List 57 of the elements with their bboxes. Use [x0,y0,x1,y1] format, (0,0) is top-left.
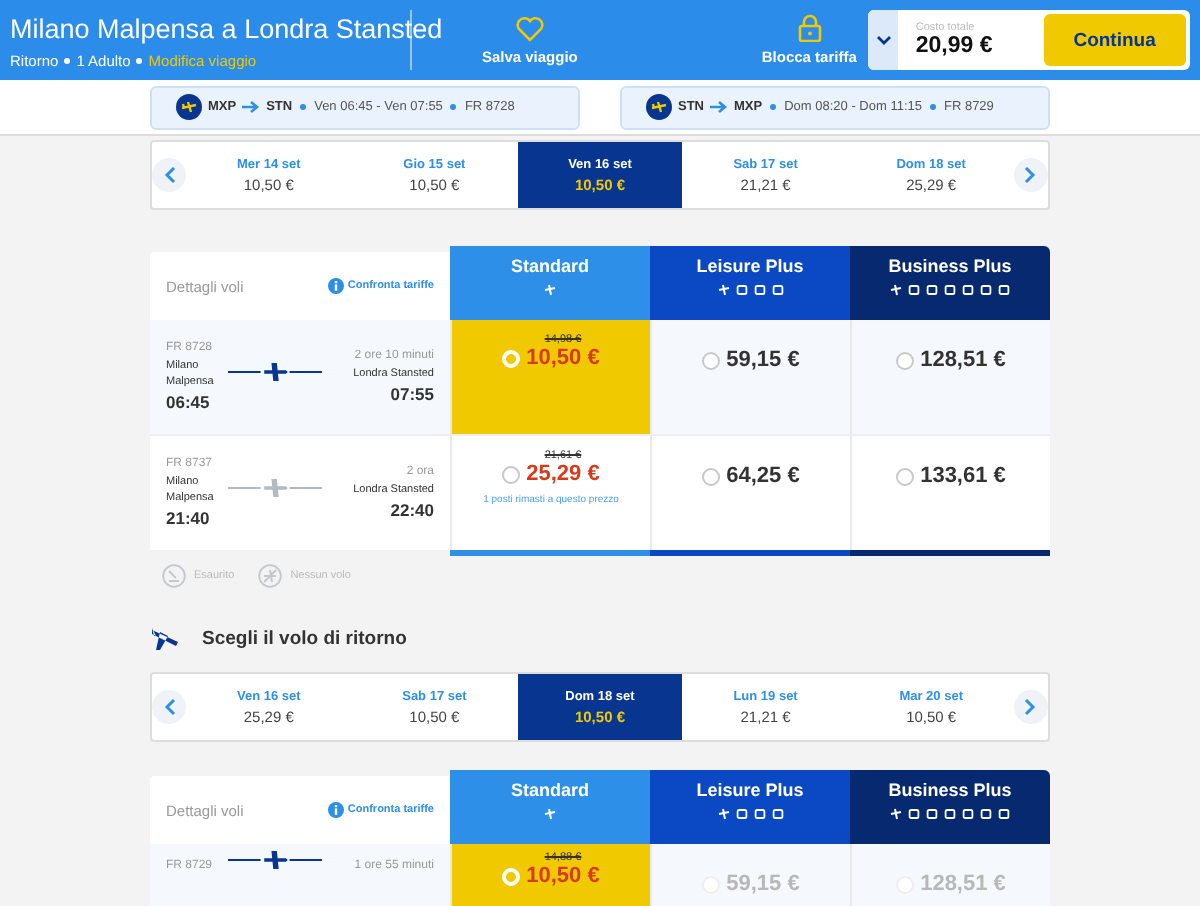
flight-route-icon [227,359,322,383]
previous-button[interactable] [152,690,186,724]
chevron-down-icon [875,34,892,46]
heart-icon [515,15,544,41]
previous-button[interactable] [152,158,186,192]
next-button[interactable] [1013,158,1048,192]
radio-button[interactable] [896,467,915,485]
continue-button[interactable]: Continua [1043,14,1186,66]
fare-price: 10,50 € [526,346,600,370]
fare-price: 133,61 € [920,464,1006,488]
fare-price: 59,15 € [726,348,800,372]
chevron-right-icon [1024,166,1037,184]
feature-icon [890,284,902,296]
arrow-right-icon [242,100,261,114]
arrival-time: 22:40 [390,500,434,520]
fare-name: Business Plus [888,256,1012,276]
plane-badge-icon [176,94,202,120]
next-button[interactable] [1013,690,1048,724]
fare-name: Leisure Plus [696,256,804,276]
fare-name: Standard [510,780,589,800]
feature-icon [544,808,556,820]
fare-price: 128,51 € [920,348,1006,372]
flight-route-icon [227,848,322,872]
fare-price: 64,25 € [726,464,800,488]
radio-button[interactable] [502,465,521,483]
departure-time: 21:40 [166,508,212,528]
radio-button[interactable] [896,351,915,369]
total-price: 20,99 € [915,34,995,58]
radio-button[interactable] [702,467,721,485]
fare-name: Standard [510,256,589,276]
feature-icon [717,284,729,296]
sold-out-icon [162,564,186,588]
radio-button[interactable] [702,351,721,369]
feature-icon [717,808,729,820]
arrival-time: 07:55 [390,384,434,404]
feature-icon [544,284,556,296]
lock-icon [797,14,822,42]
expand-button[interactable] [868,10,898,70]
feature-icon [890,808,902,820]
fare-price: 128,51 € [920,872,1006,896]
fare-price: 25,29 € [526,462,600,486]
flight-route-icon [227,475,322,499]
departure-time: 06:45 [166,392,212,412]
no-flight-icon [258,564,283,588]
chevron-left-icon [163,698,175,716]
arrow-right-icon [710,100,728,114]
chevron-right-icon [1024,698,1037,716]
fare-price: 10,50 € [526,864,600,888]
plane-badge-icon [646,94,672,120]
fare-name: Business Plus [888,780,1012,800]
chevron-left-icon [163,166,175,184]
section-heading: Scegli il volo di ritorno [202,627,407,649]
trip-title: Milano Malpensa a Londra Stansted [10,11,443,45]
fare-name: Leisure Plus [696,780,804,800]
info-icon [327,278,344,294]
info-icon [327,802,344,818]
fare-price: 59,15 € [726,872,800,896]
